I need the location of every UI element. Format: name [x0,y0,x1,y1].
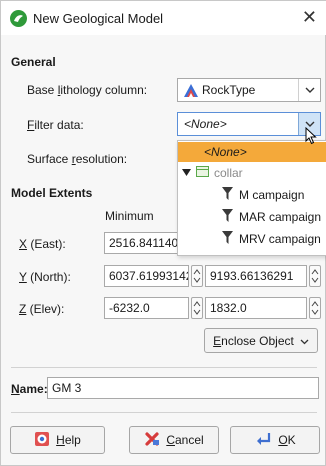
chevron-down-icon [300,334,309,348]
table-icon [196,166,209,180]
filter-icon [222,187,233,203]
z-min-input[interactable]: -6232.0 [104,297,189,319]
name-label: Name: [11,382,48,396]
separator [11,412,317,413]
dropdown-item-label: MAR campaign [239,210,322,224]
title-bar: New Geological Model ✕ [1,1,326,35]
filter-data-label: Filter data: [27,118,84,132]
leapfrog-app-icon [10,10,27,27]
base-lithology-select[interactable]: RockType [177,78,321,102]
dropdown-item-m-campaign[interactable]: M campaign [178,185,326,205]
chevron-down-icon[interactable] [298,79,320,101]
general-heading: General [11,55,56,69]
help-button[interactable]: Help [10,426,105,454]
z-min-spinner[interactable] [191,297,203,319]
y-max-spinner[interactable] [309,265,321,287]
z-max-input[interactable]: 1832.0 [205,297,307,319]
dropdown-item-mrv-campaign[interactable]: MRV campaign [178,229,326,249]
filter-data-dropdown-list: <None> collar M campaign MAR campaign MR… [177,140,326,256]
enclose-object-button[interactable]: Enclose Object [204,328,318,353]
filter-icon [222,231,233,247]
x-min-input[interactable]: 2516.841140 [104,232,184,254]
dropdown-item-label: <None> [204,145,247,159]
y-min-spinner[interactable] [191,265,203,287]
window-title: New Geological Model [33,11,164,26]
expand-triangle-icon [182,166,191,180]
dropdown-item-label: collar [214,166,243,180]
minimum-column-label: Minimum [105,209,154,223]
surface-resolution-label: Surface resolution: [27,152,128,166]
dropdown-item-none[interactable]: <None> [178,142,326,162]
name-input[interactable]: GM 3 [47,377,319,399]
y-north-label: Y (North): [19,270,71,284]
cancel-label: Cancel [166,433,204,447]
ok-arrow-icon [254,431,272,450]
z-max-spinner[interactable] [309,297,321,319]
filter-icon [222,209,233,225]
dropdown-item-label: MRV campaign [239,232,321,246]
filter-data-select[interactable]: <None> [177,112,321,136]
filter-data-value: <None> [184,117,227,131]
ok-label: OK [278,433,296,447]
y-min-input[interactable]: 6037.61993142 [104,265,189,287]
y-max-input[interactable]: 9193.66136291 [205,265,307,287]
help-label: Help [56,433,81,447]
ok-button[interactable]: OK [230,426,320,454]
z-elev-label: Z (Elev): [19,302,65,316]
base-lithology-label: Base lithology column: [27,83,148,97]
help-lifebuoy-icon [34,431,50,450]
dropdown-item-collar: collar [178,163,326,183]
base-lithology-value: RockType [202,83,256,97]
mouse-cursor-icon [305,126,317,148]
cancel-button[interactable]: Cancel [129,426,219,454]
close-button[interactable]: ✕ [302,7,317,28]
new-geological-model-dialog: New Geological Model ✕ General Base lith… [0,0,326,466]
enclose-object-label: Enclose Object [213,333,294,348]
model-extents-heading: Model Extents [11,186,93,200]
rock-type-icon [183,83,199,101]
dropdown-item-label: M campaign [239,188,305,202]
separator [11,367,317,368]
x-east-label: X (East): [19,237,66,251]
cancel-x-icon [144,431,160,450]
dropdown-item-mar-campaign[interactable]: MAR campaign [178,207,326,227]
